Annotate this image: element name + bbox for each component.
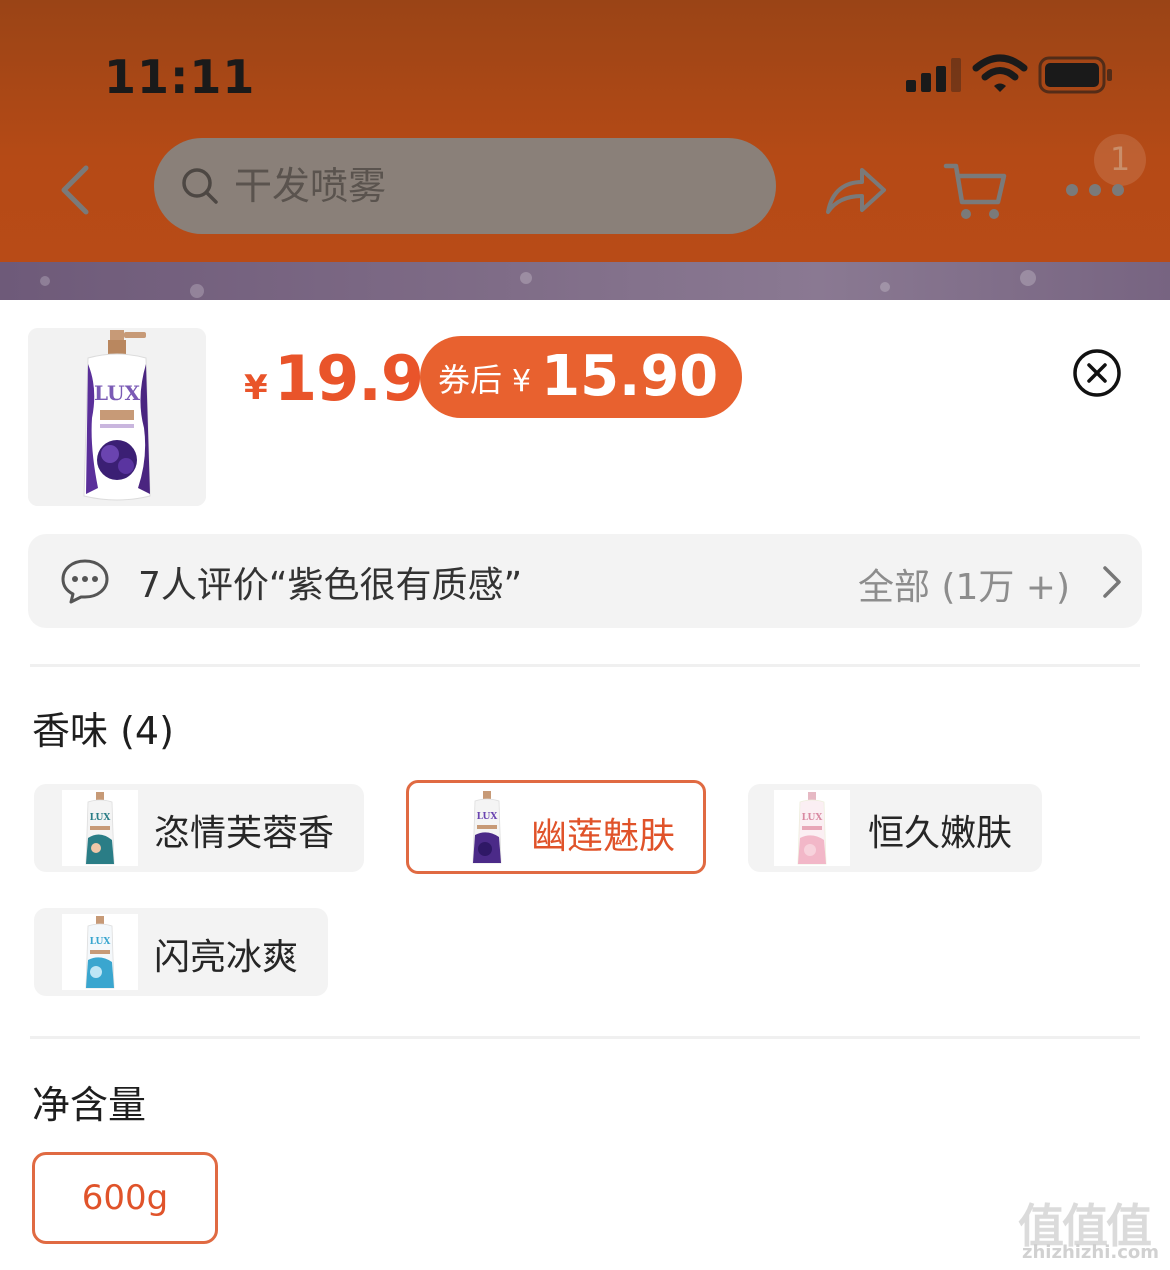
scent-option-label: 幽莲魅肤 — [531, 816, 676, 857]
search-icon — [182, 168, 218, 204]
size-option-selected[interactable]: 600g — [32, 1152, 218, 1244]
scent-option[interactable]: LUX 恒久嫩肤 — [748, 784, 1042, 872]
coupon-price: 15.90 — [541, 344, 719, 409]
search-bar[interactable] — [154, 138, 776, 234]
scent-option-label: 闪亮冰爽 — [154, 937, 299, 978]
close-icon[interactable] — [1072, 348, 1122, 398]
svg-text:LUX: LUX — [802, 813, 823, 823]
scent-option-selected[interactable]: LUX 幽莲魅肤 — [406, 780, 706, 874]
review-all-link[interactable]: 全部 (1万 +) — [858, 558, 1070, 610]
coupon-label: 券后 — [438, 361, 503, 399]
scent-option[interactable]: LUX 闪亮冰爽 — [34, 908, 328, 996]
sku-sheet: LUX ¥ 19.9 券后 ¥ 15.90 7人评价“紫色很有质感” 全部 (1… — [0, 300, 1170, 1270]
coupon-price-badge: 券后 ¥ 15.90 — [420, 336, 743, 418]
product-thumbnail[interactable]: LUX — [28, 328, 206, 506]
cart-icon[interactable] — [942, 158, 1008, 224]
scent-option-image: LUX — [449, 789, 525, 865]
scent-option-image: LUX — [62, 790, 138, 866]
svg-text:LUX: LUX — [90, 813, 111, 823]
product-banner-strip — [0, 262, 1170, 302]
cellular-signal-icon — [906, 58, 961, 92]
coupon-currency: ¥ — [512, 364, 532, 399]
battery-icon — [1038, 56, 1112, 94]
app-header: 11:11 1 — [0, 0, 1170, 262]
price: 19.9 — [274, 342, 424, 415]
scent-option-label: 恒久嫩肤 — [868, 813, 1013, 854]
scent-option-image: LUX — [774, 790, 850, 866]
watermark-domain: zhizhizhi.com — [1022, 1242, 1160, 1263]
scent-option-label: 恣情芙蓉香 — [154, 813, 335, 854]
review-highlight: 7人评价“紫色很有质感” — [138, 565, 523, 606]
review-summary[interactable]: 7人评价“紫色很有质感” 全部 (1万 +) — [28, 534, 1142, 628]
status-time: 11:11 — [104, 50, 256, 104]
svg-text:LUX: LUX — [94, 381, 140, 405]
share-icon[interactable] — [824, 162, 888, 220]
back-icon[interactable] — [52, 160, 100, 220]
chat-bubble-icon — [61, 559, 109, 604]
divider — [30, 664, 1140, 667]
scent-option[interactable]: LUX 恣情芙蓉香 — [34, 784, 364, 872]
divider — [30, 1036, 1140, 1039]
shampoo-bottle-image: LUX — [28, 328, 206, 506]
chevron-right-icon — [1103, 566, 1121, 598]
wifi-icon — [972, 54, 1028, 92]
svg-text:LUX: LUX — [477, 812, 498, 822]
size-section-title: 净含量 — [32, 1083, 147, 1127]
search-input[interactable] — [234, 164, 734, 208]
price-currency: ¥ — [244, 368, 268, 408]
scent-section-title: 香味 (4) — [32, 709, 174, 753]
more-icon[interactable] — [1064, 178, 1126, 202]
svg-text:LUX: LUX — [90, 937, 111, 947]
scent-option-image: LUX — [62, 914, 138, 990]
